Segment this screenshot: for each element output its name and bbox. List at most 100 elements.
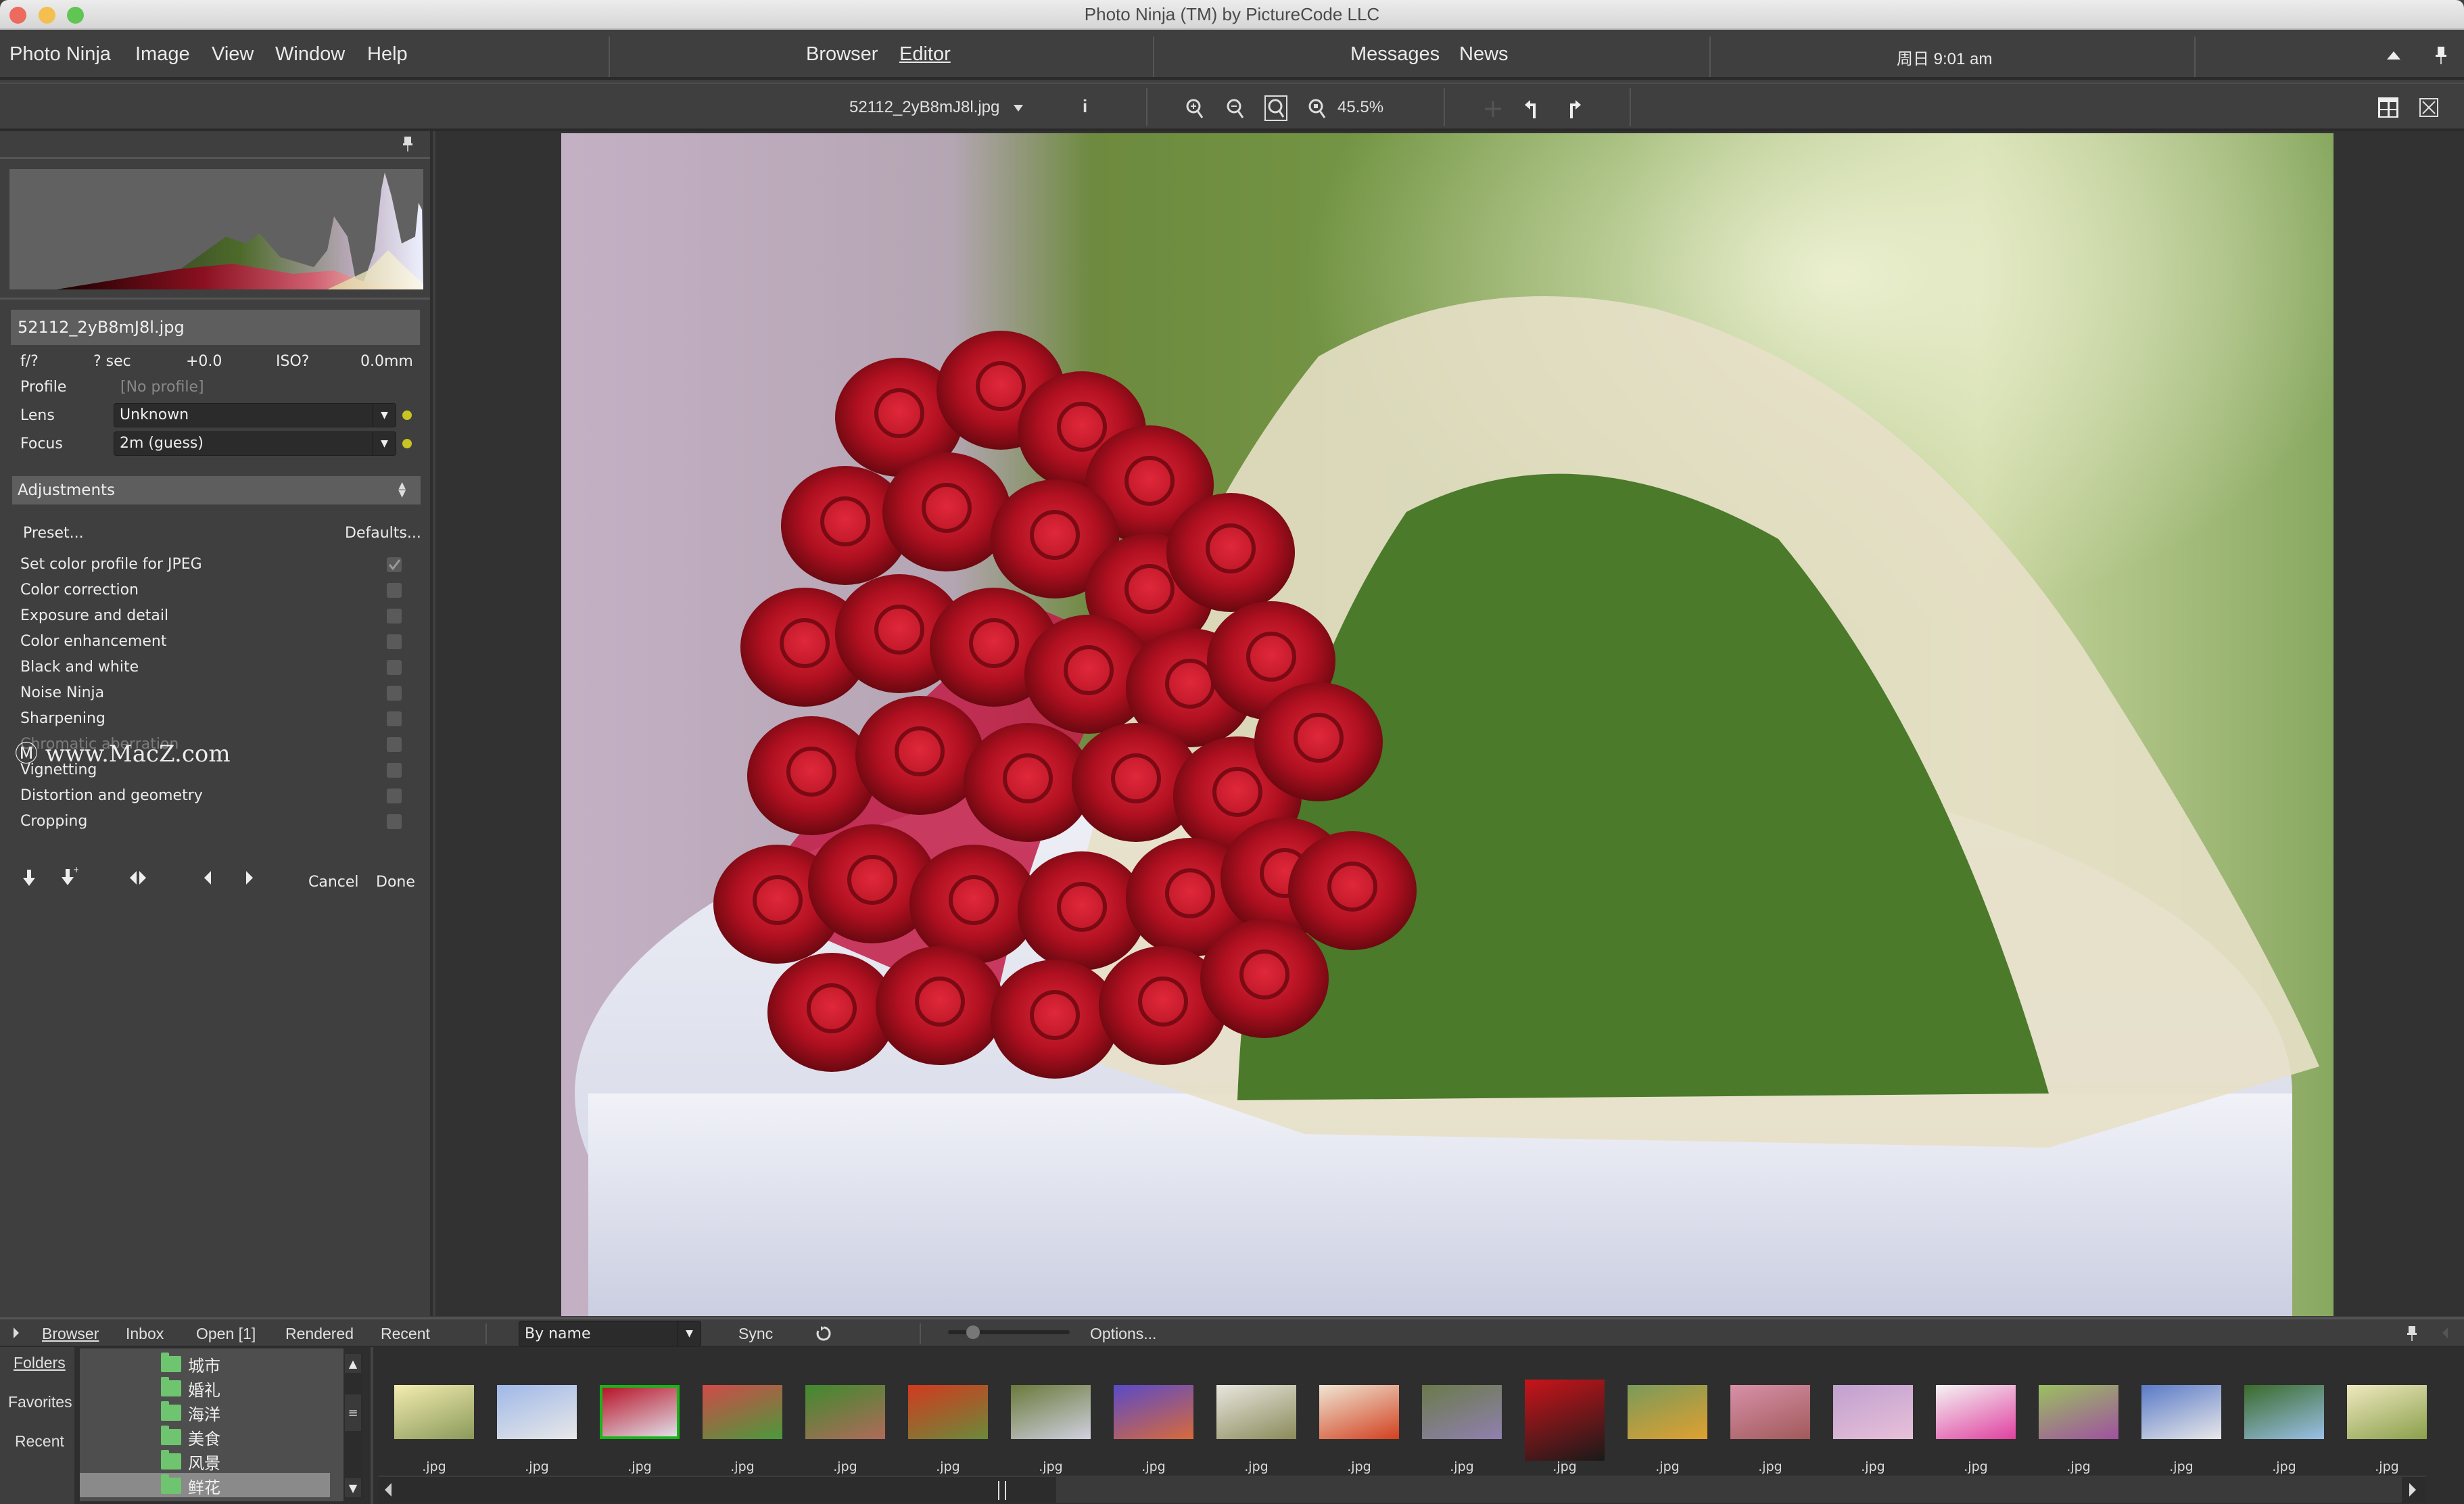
focus-select[interactable]: 2m (guess) ▼ [114, 431, 396, 456]
adjustment-checkbox[interactable] [387, 711, 402, 726]
layout-grid-icon[interactable] [2377, 96, 2400, 119]
compare-icon[interactable] [128, 870, 147, 886]
triangle-up-icon[interactable] [2386, 49, 2402, 62]
scroll-up-icon[interactable]: ▲ [345, 1354, 361, 1373]
previous-icon[interactable] [203, 870, 212, 886]
adjustment-checkbox[interactable] [387, 583, 402, 598]
thumbnail[interactable] [1114, 1385, 1193, 1439]
scroll-down-icon[interactable]: ▼ [345, 1478, 361, 1497]
source-recent[interactable]: Recent [15, 1432, 64, 1451]
close-view-icon[interactable] [2419, 97, 2439, 118]
folder-scrollbar[interactable]: ▲ ≡ ▼ [343, 1353, 362, 1499]
info-button[interactable]: i [1083, 96, 1087, 117]
refresh-icon[interactable] [815, 1325, 832, 1342]
folder-item[interactable]: 鲜花 [80, 1473, 330, 1497]
adjustment-checkbox[interactable] [387, 789, 402, 803]
thumbnail[interactable] [1730, 1385, 1810, 1439]
lens-select[interactable]: Unknown ▼ [114, 403, 396, 427]
scroll-right-icon[interactable] [2407, 1481, 2418, 1499]
save-as-icon[interactable]: + [61, 866, 78, 887]
folder-item[interactable]: 美食 [80, 1424, 330, 1449]
menu-photo-ninja[interactable]: Photo Ninja [9, 43, 111, 66]
preset-button[interactable]: Preset... [23, 525, 84, 542]
thumbnail[interactable] [1628, 1385, 1707, 1439]
adjustment-checkbox[interactable] [387, 609, 402, 624]
thumbnail[interactable] [2347, 1385, 2427, 1439]
scroll-thumb[interactable]: ≡ [345, 1394, 361, 1431]
adjustment-checkbox[interactable] [387, 686, 402, 701]
menu-help[interactable]: Help [367, 43, 408, 66]
adjustment-checkbox[interactable] [387, 557, 402, 572]
thumbnail[interactable] [703, 1385, 782, 1439]
filename-dropdown[interactable]: 52112_2yB8mJ8l.jpg [849, 98, 999, 117]
sync-button[interactable]: Sync [738, 1325, 773, 1343]
pin-icon[interactable] [2406, 1325, 2418, 1342]
news-link[interactable]: News [1459, 43, 1509, 66]
adjustment-checkbox[interactable] [387, 763, 402, 778]
thumbnail[interactable] [394, 1385, 474, 1439]
mode-browser-tab[interactable]: Browser [806, 43, 878, 66]
slider-knob[interactable] [966, 1325, 980, 1339]
options-button[interactable]: Options... [1090, 1325, 1156, 1343]
filmstrip-scrollbar[interactable] [379, 1476, 2426, 1503]
scroll-thumb[interactable] [998, 1481, 1006, 1500]
messages-link[interactable]: Messages [1350, 43, 1440, 66]
thumbnail[interactable] [805, 1385, 885, 1439]
thumbnail[interactable] [2039, 1385, 2118, 1439]
save-icon[interactable] [22, 868, 37, 887]
collapse-left-icon[interactable] [2441, 1326, 2449, 1340]
zoom-out-icon[interactable] [1225, 97, 1246, 120]
adjustment-checkbox[interactable] [387, 660, 402, 675]
thumbnail[interactable] [908, 1385, 988, 1439]
defaults-button[interactable]: Defaults... [345, 525, 421, 542]
chevron-down-icon[interactable] [1012, 103, 1024, 114]
adjustment-checkbox[interactable] [387, 814, 402, 829]
tab-inbox[interactable]: Inbox [126, 1325, 164, 1343]
folder-item[interactable]: 海洋 [80, 1400, 330, 1424]
undo-icon[interactable] [1523, 97, 1540, 120]
zoom-fit-icon[interactable] [1264, 95, 1287, 121]
source-favorites[interactable]: Favorites [8, 1393, 72, 1411]
next-icon[interactable] [245, 870, 254, 886]
sort-select[interactable]: By name ▼ [519, 1321, 701, 1346]
pin-icon[interactable] [402, 135, 414, 153]
adjustment-checkbox[interactable] [387, 737, 402, 752]
folder-item[interactable]: 婚礼 [80, 1376, 330, 1400]
scroll-track-right[interactable] [1056, 1477, 2402, 1503]
folder-item[interactable]: 城市 [80, 1351, 330, 1376]
move-icon[interactable] [1483, 99, 1503, 119]
thumbnail[interactable] [1216, 1385, 1296, 1439]
thumbnail[interactable] [1319, 1385, 1399, 1439]
thumbnail[interactable] [1833, 1385, 1913, 1439]
thumbnail[interactable] [1936, 1385, 2016, 1439]
done-button[interactable]: Done [376, 874, 415, 891]
thumbnail[interactable] [1011, 1385, 1091, 1439]
thumbnail[interactable] [600, 1385, 680, 1439]
thumbnail[interactable] [1422, 1385, 1502, 1439]
edited-photo[interactable] [561, 133, 2333, 1316]
folder-item[interactable]: 风景 [80, 1449, 330, 1473]
thumbnail[interactable] [2244, 1385, 2324, 1439]
adjustments-dropdown[interactable]: Adjustments ▲ ▼ [12, 476, 421, 504]
redo-icon[interactable] [1565, 97, 1583, 120]
thumbnail[interactable] [497, 1385, 577, 1439]
scroll-left-icon[interactable] [383, 1481, 394, 1499]
adjustment-checkbox[interactable] [387, 634, 402, 649]
menu-window[interactable]: Window [275, 43, 345, 66]
expand-icon[interactable] [12, 1326, 20, 1340]
menu-image[interactable]: Image [135, 43, 190, 66]
tab-rendered[interactable]: Rendered [285, 1325, 354, 1343]
thumbnail[interactable] [2141, 1385, 2221, 1439]
source-folders[interactable]: Folders [14, 1354, 66, 1372]
pin-icon[interactable] [2434, 45, 2448, 66]
zoom-actual-icon[interactable] [1307, 97, 1327, 120]
thumbnail[interactable] [1525, 1380, 1605, 1461]
menu-view[interactable]: View [212, 43, 254, 66]
cancel-button[interactable]: Cancel [308, 874, 359, 891]
tab-open[interactable]: Open [1] [196, 1325, 256, 1343]
tab-browser[interactable]: Browser [42, 1325, 99, 1343]
zoom-in-icon[interactable] [1185, 97, 1205, 120]
tab-recent[interactable]: Recent [381, 1325, 430, 1343]
thumbnail-size-slider[interactable] [948, 1325, 1070, 1339]
mode-editor-tab[interactable]: Editor [899, 43, 951, 66]
